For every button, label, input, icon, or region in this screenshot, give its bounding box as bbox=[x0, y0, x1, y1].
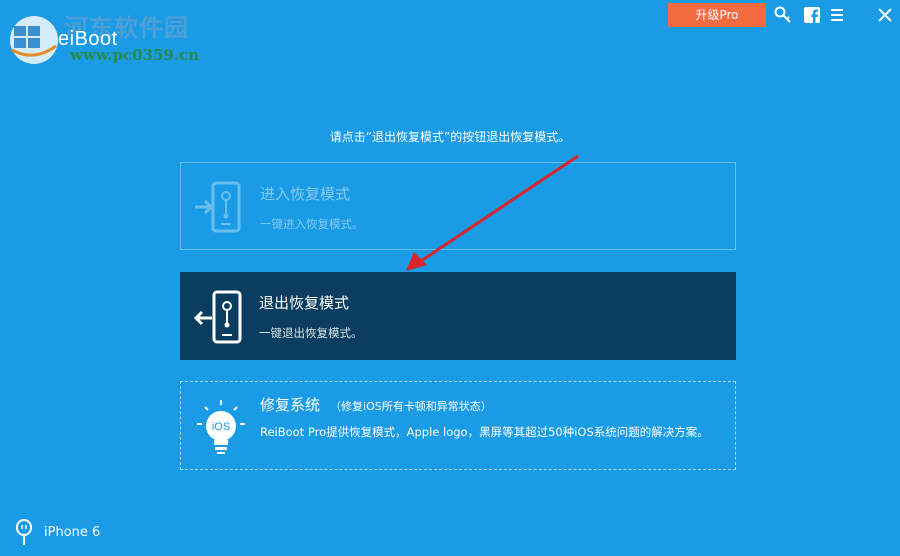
repair-system-subtitle: ReiBoot Pro提供恢复模式，Apple logo，黑屏等其超过50种iO… bbox=[260, 425, 709, 439]
exit-recovery-title: 退出恢复模式 bbox=[259, 294, 350, 312]
key-icon[interactable] bbox=[774, 6, 792, 24]
repair-system-note: （修复iOS所有卡顿和异常状态） bbox=[330, 400, 492, 413]
usb-cable-icon bbox=[12, 518, 36, 546]
enter-recovery-subtitle: 一键进入恢复模式。 bbox=[260, 217, 364, 231]
phone-exit-icon bbox=[192, 286, 248, 346]
watermark-url: www.pc0359.cn bbox=[70, 46, 200, 64]
exit-recovery-subtitle: 一键退出恢复模式。 bbox=[259, 326, 363, 340]
repair-system-title-row: 修复系统 （修复iOS所有卡顿和异常状态） bbox=[260, 394, 492, 415]
exit-recovery-button[interactable]: 退出恢复模式 一键退出恢复模式。 bbox=[180, 272, 736, 360]
instruction-text: 请点击“退出恢复模式”的按钮退出恢复模式。 bbox=[329, 130, 571, 144]
phone-enter-icon bbox=[193, 177, 249, 237]
device-name: iPhone 6 bbox=[44, 525, 101, 540]
lightbulb-ios-icon: iOS bbox=[193, 398, 249, 458]
app-logo bbox=[6, 10, 66, 68]
facebook-icon[interactable] bbox=[803, 6, 821, 24]
repair-system-button[interactable]: iOS 修复系统 （修复iOS所有卡顿和异常状态） ReiBoot Pro提供恢复… bbox=[180, 381, 736, 470]
lightbulb-ios-text: iOS bbox=[212, 421, 230, 433]
menu-icon[interactable] bbox=[828, 6, 846, 24]
enter-recovery-card: 进入恢复模式 一键进入恢复模式。 bbox=[180, 162, 736, 250]
upgrade-pro-button[interactable]: 升级Pro bbox=[668, 3, 766, 27]
enter-recovery-title: 进入恢复模式 bbox=[260, 185, 351, 203]
repair-system-title: 修复系统 bbox=[260, 396, 321, 414]
close-icon[interactable] bbox=[876, 6, 894, 24]
